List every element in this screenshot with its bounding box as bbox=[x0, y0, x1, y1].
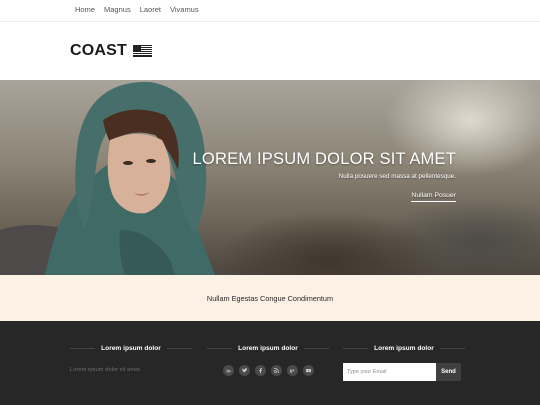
nav-item-home[interactable]: Home bbox=[75, 5, 95, 14]
social-links: in g+ bbox=[207, 365, 329, 376]
divider bbox=[70, 348, 96, 349]
facebook-icon[interactable] bbox=[254, 365, 266, 376]
nav-menu: Home Magnus Laoret Vivamus bbox=[75, 5, 199, 14]
hero-cta-link[interactable]: Nullam Posuer bbox=[411, 192, 456, 202]
rss-icon[interactable] bbox=[270, 365, 282, 376]
divider bbox=[207, 348, 233, 349]
divider bbox=[303, 348, 329, 349]
footer-column-social: Lorem ipsum dolor in g+ bbox=[207, 345, 329, 376]
footer-column-newsletter: Lorem ipsum dolor Send bbox=[343, 345, 465, 381]
youtube-icon[interactable] bbox=[302, 365, 314, 376]
site-brand[interactable]: COAST bbox=[70, 42, 152, 60]
footer-title: Lorem ipsum dolor bbox=[238, 345, 298, 352]
divider bbox=[343, 348, 369, 349]
us-flag-icon bbox=[133, 45, 152, 57]
send-button[interactable]: Send bbox=[436, 363, 461, 381]
top-navigation: Home Magnus Laoret Vivamus bbox=[0, 0, 540, 22]
footer-column-about: Lorem ipsum dolor Lorem ipsum dolor sit … bbox=[70, 345, 192, 373]
footer-heading: Lorem ipsum dolor bbox=[207, 345, 329, 352]
nav-item-vivamus[interactable]: Vivamus bbox=[170, 5, 199, 14]
hero-title: LOREM IPSUM DOLOR SIT AMET bbox=[192, 150, 456, 168]
site-logo-text[interactable]: COAST bbox=[70, 42, 127, 60]
footer-about-text: Lorem ipsum dolor sit amet. bbox=[70, 367, 142, 373]
svg-text:g+: g+ bbox=[289, 368, 295, 373]
footer-heading: Lorem ipsum dolor bbox=[70, 345, 192, 352]
email-field[interactable] bbox=[343, 363, 436, 381]
footer-title: Lorem ipsum dolor bbox=[374, 345, 434, 352]
nav-item-magnus[interactable]: Magnus bbox=[104, 5, 131, 14]
divider bbox=[439, 348, 465, 349]
linkedin-icon[interactable]: in bbox=[222, 365, 234, 376]
divider bbox=[166, 348, 192, 349]
footer-title: Lorem ipsum dolor bbox=[101, 345, 161, 352]
google-plus-icon[interactable]: g+ bbox=[286, 365, 298, 376]
hero-caption: LOREM IPSUM DOLOR SIT AMET Nulla posuere… bbox=[193, 150, 456, 202]
footer-heading: Lorem ipsum dolor bbox=[343, 345, 465, 352]
promo-strip: Nullam Egestas Congue Condimentum bbox=[0, 275, 540, 321]
hero-subtitle: Nulla posuere sed massa at pellentesque. bbox=[338, 173, 456, 180]
site-footer: Lorem ipsum dolor Lorem ipsum dolor sit … bbox=[0, 321, 540, 405]
hero-banner: LOREM IPSUM DOLOR SIT AMET Nulla posuere… bbox=[0, 80, 540, 275]
newsletter-form: Send bbox=[343, 363, 465, 381]
twitter-icon[interactable] bbox=[238, 365, 250, 376]
svg-text:in: in bbox=[226, 368, 230, 374]
promo-text: Nullam Egestas Congue Condimentum bbox=[206, 293, 334, 303]
nav-item-laoret[interactable]: Laoret bbox=[140, 5, 161, 14]
